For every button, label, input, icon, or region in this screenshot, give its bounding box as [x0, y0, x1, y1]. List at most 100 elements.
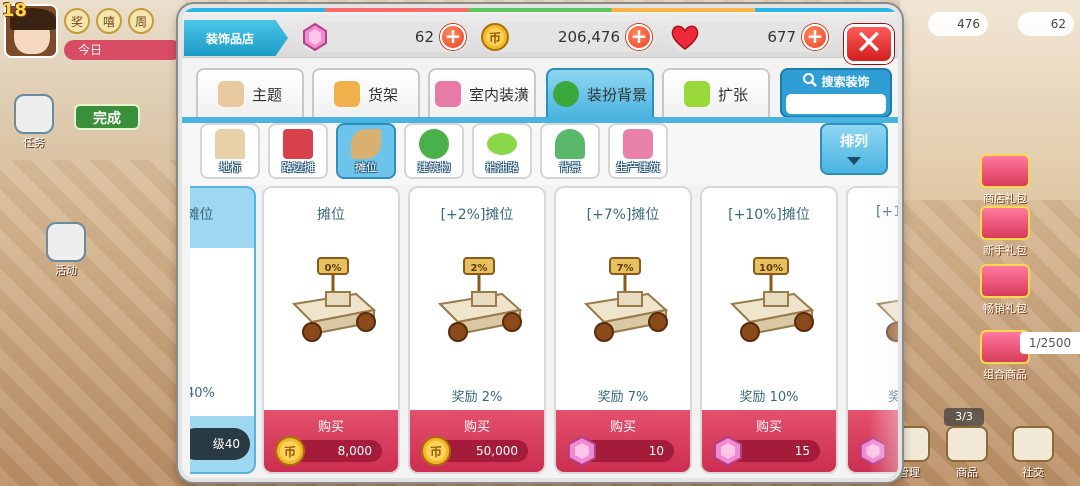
tab-shelf[interactable]: 货架 [312, 68, 420, 118]
subcat-label: 柏油路 [485, 161, 519, 174]
item-list: ]摊位 40% 级40 摊位 0% 购买 币 8,000 [190, 186, 898, 478]
hud-circle-2[interactable]: 嘻 [96, 8, 122, 34]
gift-newbie-pack[interactable]: 新手礼包 [970, 206, 1040, 258]
coin-counter: 币 206,476 + [480, 22, 656, 52]
tab-background[interactable]: 装扮背景 [546, 68, 654, 118]
tree-icon [552, 81, 579, 107]
subcat-stall[interactable]: 路边摊 [268, 123, 328, 179]
activity-button[interactable]: 活动 [46, 222, 86, 278]
subcat-asphalt[interactable]: 柏油路 [472, 123, 532, 179]
price-bar: 币 8,000 [275, 436, 382, 466]
complete-tag[interactable]: 完成 [74, 104, 140, 130]
subcat-booth[interactable]: 摊位 [336, 123, 396, 179]
gift-label: 新手礼包 [983, 244, 1027, 257]
tab-expand[interactable]: 扩张 [662, 68, 770, 118]
background-icon [555, 129, 585, 159]
booth-icon [351, 129, 381, 159]
social-label: 社交 [1022, 466, 1044, 479]
subcat-label: 路边摊 [281, 161, 315, 174]
item-card[interactable]: 摊位 0% 购买 币 8,000 [262, 186, 400, 474]
subcat-label: 建筑物 [417, 161, 451, 174]
close-button[interactable]: ✕ [844, 24, 894, 64]
sort-button[interactable]: 排列 [820, 123, 888, 175]
item-card[interactable]: ]摊位 40% 级40 [190, 186, 256, 474]
expand-icon [683, 81, 710, 107]
item-price: 8,000 [337, 444, 372, 458]
subcat-landmark[interactable]: 地标 [200, 123, 260, 179]
shelf-icon [333, 81, 360, 107]
hud-circle-3[interactable]: 周 [128, 8, 154, 34]
search-decoration[interactable]: 搜索装饰 [780, 68, 892, 118]
booth-cart-icon [875, 299, 898, 342]
subcat-label: 背景 [559, 161, 581, 174]
add-hearts-button[interactable]: + [802, 24, 828, 50]
tab-interior[interactable]: 室内装潢 [428, 68, 536, 118]
search-input[interactable] [786, 94, 886, 114]
gem-icon [568, 435, 596, 467]
buy-button[interactable]: 购买 15 [702, 410, 836, 472]
booth-badge: 2% [471, 263, 488, 274]
price-bar: 10 [568, 435, 674, 467]
tab-label: 货架 [367, 85, 398, 104]
decoration-shop-dialog: 装饰品店 62 + 币 206,476 + 677 + ✕ 主题 货架 室内装潢… [178, 4, 902, 482]
asphalt-icon [487, 133, 517, 155]
heart-value: 677 [767, 28, 796, 46]
title-bar: 装饰品店 62 + 币 206,476 + 677 + ✕ [182, 14, 898, 64]
coin-icon: 币 [421, 436, 451, 466]
task-button[interactable]: 任务 [14, 94, 54, 150]
item-reward: 奖励 7% [597, 390, 649, 405]
activity-icon [46, 222, 86, 262]
task-label: 任务 [23, 136, 45, 149]
tab-theme[interactable]: 主题 [196, 68, 304, 118]
item-card[interactable]: [+1 奖 [846, 186, 898, 474]
item-title: [+10%]摊位 [728, 207, 810, 223]
subcat-label: 地标 [219, 161, 241, 174]
buy-button[interactable]: 购买 币 50,000 [410, 410, 544, 472]
gift-bestseller-pack[interactable]: 畅销礼包 [970, 264, 1040, 316]
item-price: 10 [648, 444, 664, 458]
booth-cart-icon: 2% [437, 257, 523, 342]
gem-counter: 62 + [300, 22, 470, 52]
gift-label: 商店礼包 [983, 192, 1027, 205]
hud-circle-1[interactable]: 奖 [64, 8, 90, 34]
add-coins-button[interactable]: + [626, 24, 652, 50]
social-button[interactable]: 社交 [1012, 426, 1054, 480]
item-reward: 奖励 10% [739, 390, 799, 405]
gift-box-icon [980, 264, 1030, 298]
buy-button[interactable]: 购买 币 8,000 [264, 410, 398, 472]
goods-button[interactable]: 商品 [946, 426, 988, 480]
gift-box-icon [980, 206, 1030, 240]
booth-badge: 0% [325, 263, 342, 274]
item-card[interactable]: [+2%]摊位 2% 奖励 2% 购买 币 50,000 [408, 186, 546, 474]
item-title: 摊位 [317, 207, 345, 223]
subcat-background[interactable]: 背景 [540, 123, 600, 179]
booth-cart-icon: 0% [291, 257, 377, 342]
subcat-building[interactable]: 建筑物 [404, 123, 464, 179]
tab-label: 主题 [251, 85, 282, 104]
player-hud: 18 奖 嘻 周 今日 [0, 0, 182, 64]
search-label: 搜索装饰 [821, 75, 870, 89]
score-tag: 1/2500 [1020, 332, 1080, 354]
item-title: [+2%]摊位 [440, 207, 514, 223]
activity-label: 活动 [55, 264, 77, 277]
coin-icon: 币 [275, 436, 305, 466]
goods-label: 商品 [956, 466, 978, 479]
item-card[interactable]: [+10%]摊位 10% 奖励 10% 购买 15 [700, 186, 838, 474]
search-label-row: 搜索装饰 [782, 72, 890, 91]
buy-label: 购买 [463, 420, 490, 435]
gem-icon [714, 435, 742, 467]
gift-box-icon [980, 154, 1030, 188]
buy-label: 购买 [755, 420, 782, 435]
buy-button[interactable]: 购买 10 [556, 410, 690, 472]
item-card[interactable]: [+7%]摊位 7% 奖励 7% 购买 10 [554, 186, 692, 474]
item-reward: 奖励 2% [451, 390, 503, 405]
item-title: [+1 [876, 204, 898, 220]
add-gems-button[interactable]: + [440, 24, 466, 50]
tab-label: 装扮背景 [586, 85, 647, 104]
buy-button[interactable] [848, 410, 898, 472]
today-label[interactable]: 今日 [64, 40, 182, 60]
gift-shop-pack[interactable]: 商店礼包 [970, 154, 1040, 206]
gift-label: 畅销礼包 [983, 302, 1027, 315]
coin-value: 206,476 [557, 28, 620, 46]
subcat-production[interactable]: 生产建筑 [608, 123, 668, 179]
